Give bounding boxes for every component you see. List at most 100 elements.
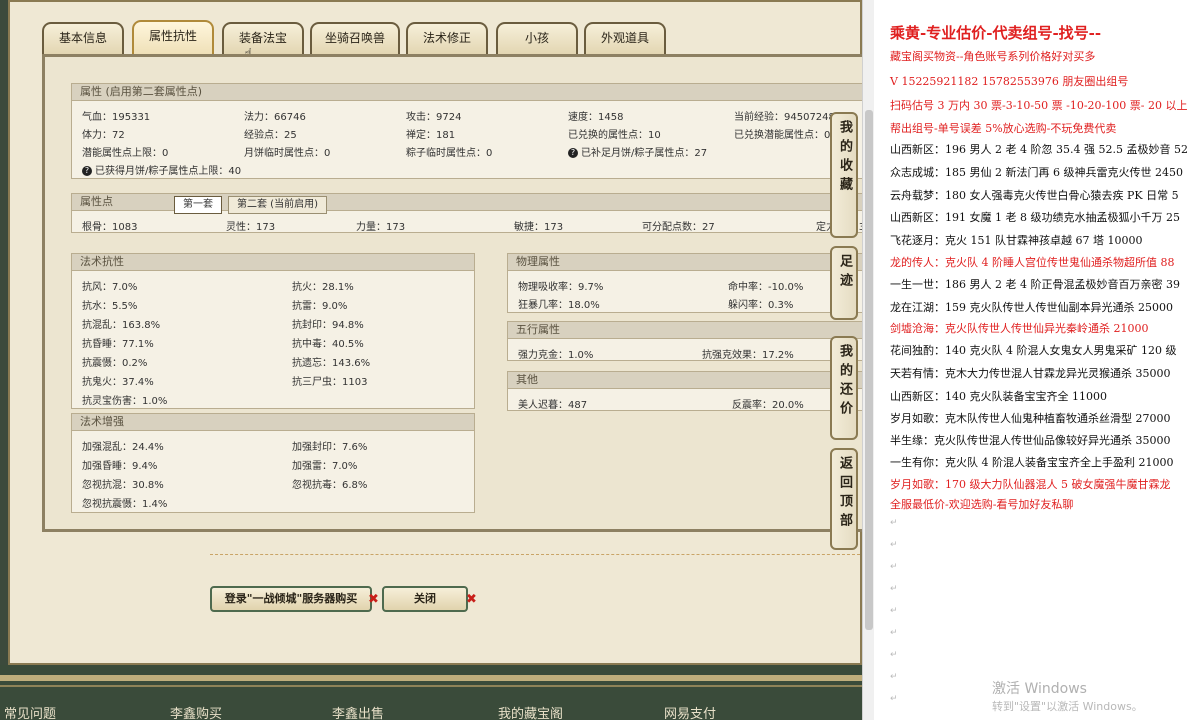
subtab-set-1[interactable]: 第一套	[174, 196, 222, 214]
subtab-set-2[interactable]: 第二套 (当前启用)	[228, 196, 327, 214]
attr-cap-label: 已获得月饼/粽子属性点上限：40	[95, 166, 242, 177]
other-panel: 其他 美人迟暮：487 反震率：20.0%	[507, 371, 862, 411]
resist-item: 抗灵宝伤害：1.0%	[82, 396, 168, 407]
points-strength: 力量：173	[356, 222, 406, 233]
tab-basic-info[interactable]: 基本信息	[42, 22, 124, 54]
notes-line: 一生一世：186 男人 2 老 4 阶正骨混孟极妙音百万亲密 39	[890, 278, 1180, 291]
attr-panel: 属性 (启用第二套属性点) 气血：195331 法力：66746 攻击：9724…	[71, 83, 862, 179]
tab-child[interactable]: 小孩	[496, 22, 578, 54]
notes-title: 乘黄-专业估价-代卖组号-找号--	[890, 24, 1102, 42]
resist-item: 抗火：28.1%	[292, 282, 354, 293]
attr-speed: 速度：1458	[568, 112, 624, 123]
side-btn-counter-offer[interactable]: 我的还价	[830, 336, 858, 440]
phys-item: 物理吸收率：9.7%	[518, 282, 604, 293]
return-mark: ↵	[890, 672, 898, 682]
scrollbar-thumb[interactable]	[865, 110, 873, 630]
phys-item: 狂暴几率：18.0%	[518, 300, 600, 311]
attr-mooncake-temp: 月饼临时属性点：0	[244, 148, 331, 159]
side-btn-favorites[interactable]: 我的收藏	[830, 112, 858, 238]
attr-mp: 法力：66746	[244, 112, 306, 123]
footer-bar	[0, 675, 862, 681]
return-mark: ↵	[890, 606, 898, 616]
footer-link-faq[interactable]: 常见问题	[4, 703, 56, 720]
enhance-item: 加强雷：7.0%	[292, 461, 358, 472]
attr-exp: 当前经验：945072481	[734, 112, 842, 123]
attr-zongzi-temp: 粽子临时属性点：0	[406, 148, 493, 159]
help-icon[interactable]: ?	[568, 148, 578, 158]
footer-link-buy[interactable]: 李鑫购买	[170, 703, 222, 720]
resist-item: 抗三尸虫：1103	[292, 377, 368, 388]
five-item: 抗强克效果：17.2%	[702, 350, 794, 361]
side-btn-back-to-top[interactable]: 返回顶部	[830, 448, 858, 550]
login-buy-button[interactable]: 登录"一战倾城"服务器购买	[210, 586, 372, 612]
activation-watermark-sub: 转到"设置"以激活 Windows。	[992, 700, 1143, 713]
notes-line: 山西新区：196 男人 2 老 4 阶忽 35.4 强 52.5 孟极妙音 52…	[890, 143, 1188, 156]
five-panel: 五行属性 强力克金：1.0% 抗强克效果：17.2%	[507, 321, 862, 361]
tab-spell-mod[interactable]: 法术修正	[406, 22, 488, 54]
side-btn-label: 足迹	[837, 254, 852, 292]
points-free: 可分配点数：27	[642, 222, 715, 233]
notes-line: 岁月如歌：克木队传世人仙鬼种植畜牧通杀丝滑型 27000	[890, 412, 1171, 425]
tab-mount-summon[interactable]: 坐骑召唤兽	[310, 22, 400, 54]
enhance-panel: 法术增强 加强混乱：24.4% 加强昏睡：9.4% 忽视抗混：30.8% 忽视抗…	[71, 413, 475, 513]
points-spirit: 灵性：173	[226, 222, 276, 233]
return-mark: ↵	[890, 562, 898, 572]
attr-filled-label: 已补足月饼/粽子属性点：27	[581, 148, 708, 159]
phys-item: 躲闪率：0.3%	[728, 300, 794, 311]
attr-filled: ? 已补足月饼/粽子属性点：27	[568, 144, 707, 159]
attr-potential-cap: 潜能属性点上限：0	[82, 148, 169, 159]
divider	[210, 554, 860, 555]
notes-line: 云舟载梦：180 女人强毒克火传世白骨心猿去疾 PK 日常 5	[890, 189, 1179, 202]
notes-line: 山西新区：191 女魔 1 老 8 级功绩克水抽孟极狐小千万 25	[890, 211, 1180, 224]
tab-appearance[interactable]: 外观道具	[584, 22, 666, 54]
notes-line: 岁月如歌：170 级大力队仙器混人 5 破女魔强牛魔甘霖龙	[890, 478, 1171, 491]
attr-resist-content: 属性 (启用第二套属性点) 气血：195331 法力：66746 攻击：9724…	[42, 54, 862, 532]
notes-line: 一生有你：克火队 4 阶混人装备宝宝齐全上手盈利 21000	[890, 456, 1174, 469]
tab-equipment[interactable]: 装备法宝☝	[222, 22, 304, 62]
notes-line: 众志成城：185 男仙 2 新法门再 6 级神兵雷克火传世 2450	[890, 166, 1183, 179]
phys-item: 命中率：-10.0%	[728, 282, 804, 293]
footer-link-sell[interactable]: 李鑫出售	[332, 703, 384, 720]
resist-panel: 法术抗性 抗风：7.0% 抗水：5.5% 抗混乱：163.8% 抗昏睡：77.1…	[71, 253, 475, 409]
enhance-item: 忽视抗毒：6.8%	[292, 480, 368, 491]
notes-line: 半生缘：克火队传世混人传世仙品像较好异光通杀 35000	[890, 434, 1171, 447]
phys-panel: 物理属性 物理吸收率：9.7% 狂暴几率：18.0% 命中率：-10.0% 躲闪…	[507, 253, 862, 313]
enhance-panel-title: 法术增强	[72, 414, 474, 431]
tab-bar: 基本信息 属性抗性 装备法宝☝ 坐骑召唤兽 法术修正 小孩 外观道具	[42, 16, 862, 62]
tab-attr-resist[interactable]: 属性抗性	[132, 20, 214, 54]
attr-redeemed: 已兑换的属性点：10	[568, 130, 661, 141]
close-button[interactable]: 关闭	[382, 586, 468, 612]
attr-redeemed-potential: 已兑换潜能属性点：0	[734, 130, 831, 141]
resist-item: 抗震慑：0.2%	[82, 358, 148, 369]
return-mark: ↵	[890, 628, 898, 638]
other-panel-title: 其他	[508, 372, 862, 389]
resist-item: 抗鬼火：37.4%	[82, 377, 154, 388]
enhance-item: 加强昏睡：9.4%	[82, 461, 158, 472]
return-mark: ↵	[890, 650, 898, 660]
footer-link-my-cbg[interactable]: 我的藏宝阁	[498, 703, 563, 720]
other-item: 反震率：20.0%	[732, 400, 804, 411]
close-x-icon: ✖	[466, 592, 477, 607]
notes-panel: 乘黄-专业估价-代卖组号-找号-- 藏宝阁买物资--角色账号系列价格好对买多 V …	[874, 0, 1188, 720]
attr-physique: 体力：72	[82, 130, 125, 141]
resist-item: 抗风：7.0%	[82, 282, 138, 293]
enhance-item: 加强封印：7.6%	[292, 442, 368, 453]
footer-bar	[0, 685, 862, 687]
enhance-item: 加强混乱：24.4%	[82, 442, 164, 453]
resist-item: 抗遗忘：143.6%	[292, 358, 371, 369]
attr-hp: 气血：195331	[82, 112, 151, 123]
enhance-item: 忽视抗混：30.8%	[82, 480, 164, 491]
resist-item: 抗封印：94.8%	[292, 320, 364, 331]
side-btn-history[interactable]: 足迹	[830, 246, 858, 320]
points-agility: 敏捷：173	[514, 222, 564, 233]
attr-attack: 攻击：9724	[406, 112, 462, 123]
footer-link-pay[interactable]: 网易支付	[664, 703, 716, 720]
resist-item: 抗中毒：40.5%	[292, 339, 364, 350]
side-btn-label: 我的还价	[837, 344, 852, 420]
notes-line: 山西新区：140 克火队装备宝宝齐全 11000	[890, 390, 1107, 403]
resist-item: 抗水：5.5%	[82, 301, 138, 312]
help-icon[interactable]: ?	[82, 166, 92, 176]
return-mark: ↵	[890, 694, 898, 704]
five-panel-title: 五行属性	[508, 322, 862, 339]
resist-item: 抗混乱：163.8%	[82, 320, 161, 331]
